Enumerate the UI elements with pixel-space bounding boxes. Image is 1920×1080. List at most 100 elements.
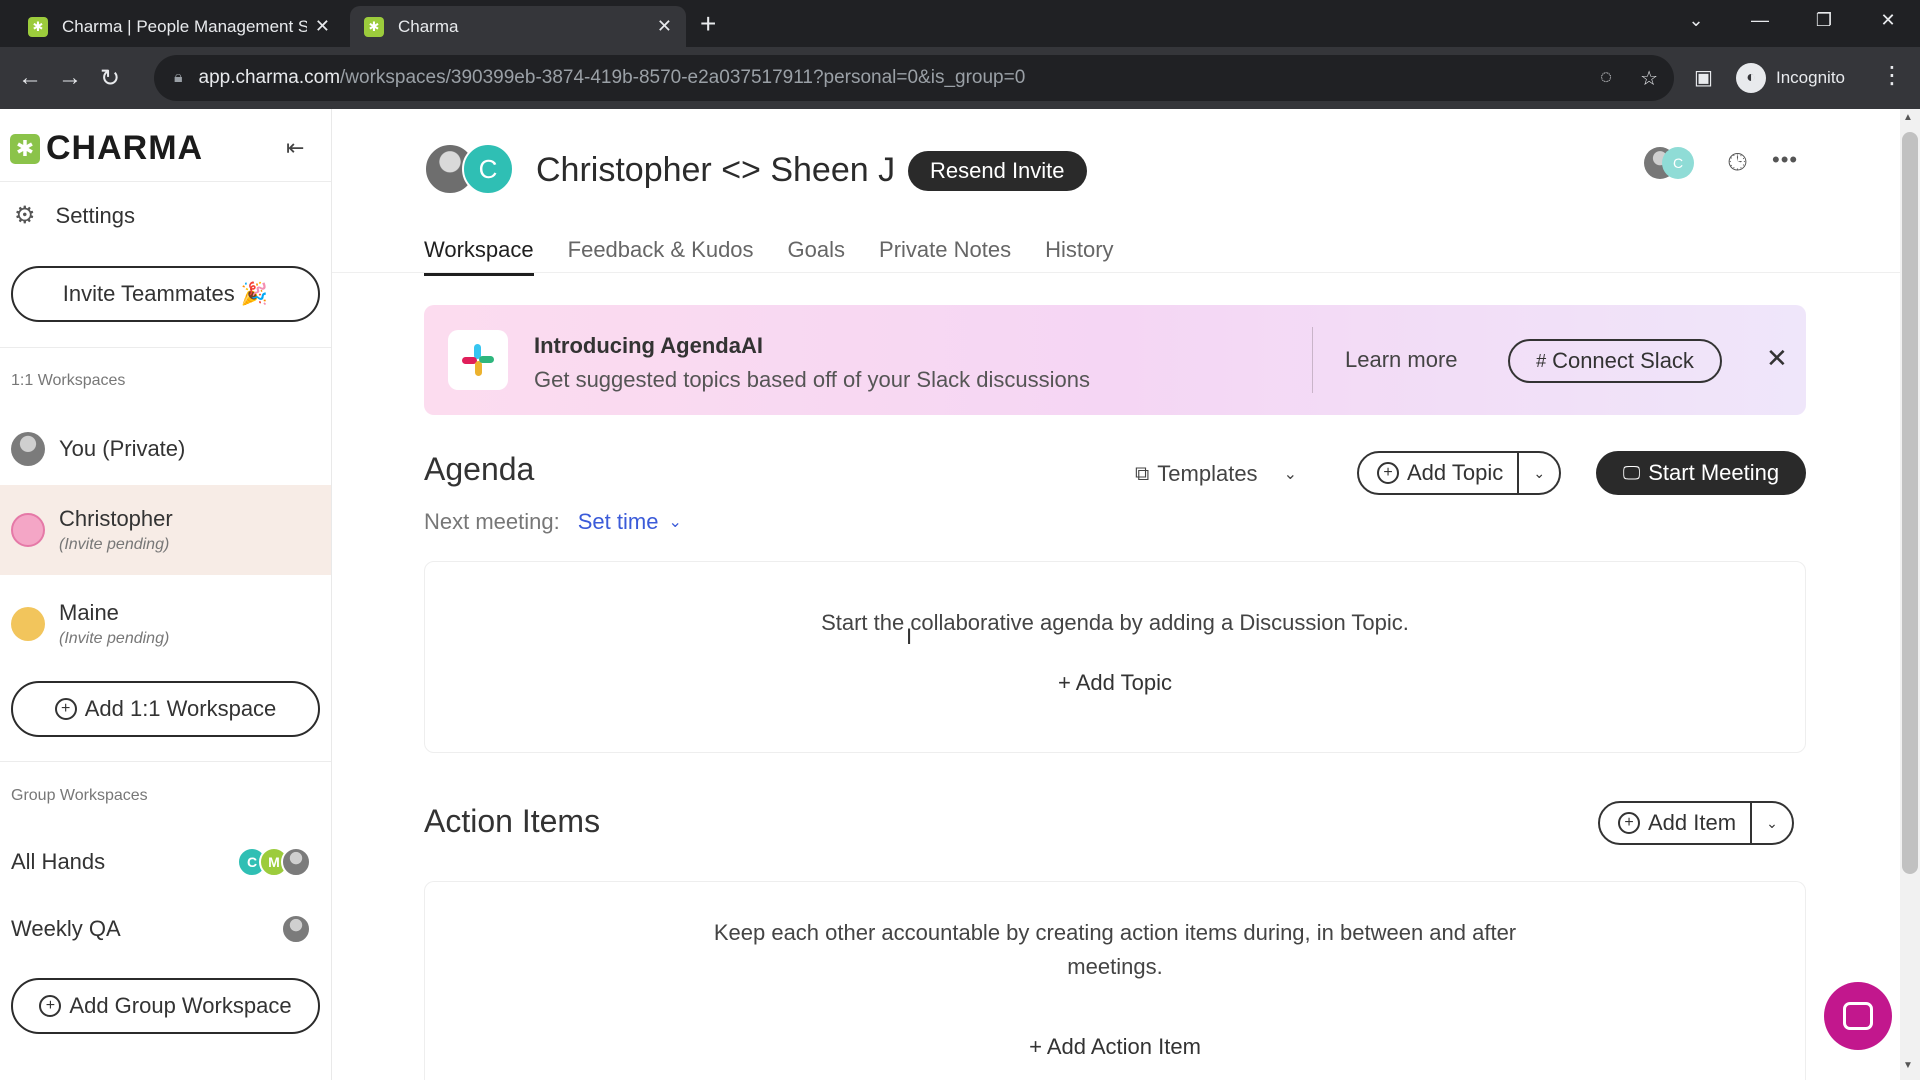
add-topic-split-button: + Add Topic ⌄ <box>1357 451 1562 495</box>
start-meeting-button[interactable]: 🖵︎ Start Meeting <box>1596 451 1806 495</box>
eye-off-icon[interactable]: ◌ <box>1600 66 1612 91</box>
add-topic-dropdown[interactable]: ⌄ <box>1519 465 1559 482</box>
main-content: C Christopher <> Sheen J Resend Invite C… <box>332 109 1900 1080</box>
next-meeting-row: Next meeting: Set time ⌄ <box>424 509 682 535</box>
charma-favicon-icon: ✱ <box>364 16 384 37</box>
tab-history[interactable]: History <box>1045 237 1113 276</box>
close-icon[interactable]: ✕ <box>657 16 672 37</box>
divider <box>0 347 331 348</box>
workspace-name: Christopher <box>59 506 173 531</box>
add-group-workspace-button[interactable]: + Add Group Workspace <box>11 978 320 1034</box>
add-workspace-label: Add 1:1 Workspace <box>84 696 277 721</box>
learn-more-link[interactable]: Learn more <box>1345 347 1458 373</box>
one-on-one-section-label: 1:1 Workspaces <box>11 372 126 389</box>
sidebar-item-weekly-qa[interactable]: Weekly QA <box>11 909 311 949</box>
tab-goals[interactable]: Goals <box>788 237 845 276</box>
browser-tab-charma[interactable]: ✱ Charma ✕ <box>350 6 686 47</box>
tab-feedback-kudos[interactable]: Feedback & Kudos <box>568 237 754 276</box>
forward-icon[interactable]: → <box>50 64 90 92</box>
banner-title: Introducing AgendaAI <box>534 333 763 358</box>
sidebar-item-you-private[interactable]: You (Private) <box>0 413 331 485</box>
clock-icon[interactable]: 🕒︎ <box>1728 149 1747 177</box>
new-tab-button[interactable]: + <box>700 8 716 40</box>
header-avatars: C <box>424 143 514 197</box>
divider <box>1312 327 1313 393</box>
minimize-icon[interactable]: — <box>1728 10 1792 31</box>
set-time-dropdown[interactable]: Set time ⌄ <box>578 509 682 535</box>
sidebar: ✱ CHARMA ⇤ ⚙ Settings Invite Teammates 🎉… <box>0 109 332 1080</box>
tab-search-icon[interactable]: ⌄ <box>1664 10 1728 31</box>
logo-text: CHARMA <box>46 129 204 167</box>
next-meeting-label: Next meeting: <box>424 509 560 534</box>
browser-tab-bar: ✱ Charma | People Management S ✕ ✱ Charm… <box>0 0 1920 47</box>
side-panel-icon[interactable]: ▣ <box>1694 65 1713 90</box>
scroll-up-icon[interactable]: ▲ <box>1903 112 1913 123</box>
add-action-item-link[interactable]: + Add Action Item <box>425 1034 1805 1060</box>
tab-private-notes[interactable]: Private Notes <box>879 237 1011 276</box>
url-host: app.charma.com <box>198 67 341 88</box>
add-topic-button[interactable]: + Add Topic <box>1359 453 1520 493</box>
chevron-down-icon: ⌄ <box>1766 814 1778 831</box>
settings-link[interactable]: ⚙ Settings <box>14 201 135 230</box>
group-name: All Hands <box>11 849 106 874</box>
gear-icon: ⚙ <box>14 202 36 229</box>
participants-avatars[interactable]: C <box>1644 147 1694 181</box>
add-one-on-one-workspace-button[interactable]: + Add 1:1 Workspace <box>11 681 320 737</box>
agenda-empty-text: Start the collaborative agenda by adding… <box>821 610 1409 635</box>
restore-icon[interactable]: ❐ <box>1792 10 1856 31</box>
more-options-icon[interactable]: ••• <box>1772 147 1798 173</box>
monitor-icon: 🖵︎ <box>1622 462 1641 483</box>
action-items-title: Action Items <box>424 803 601 839</box>
group-avatars: C M <box>237 847 311 877</box>
workspace-tabs: Workspace Feedback & Kudos Goals Private… <box>424 237 1114 276</box>
scroll-down-icon[interactable]: ▼ <box>1903 1060 1913 1071</box>
slack-icon <box>448 330 508 390</box>
workspace-name: Maine <box>59 600 119 625</box>
sidebar-item-maine[interactable]: Maine (Invite pending) <box>0 579 331 669</box>
charma-favicon-icon: ✱ <box>28 16 48 37</box>
browser-menu-icon[interactable]: ⋮ <box>1880 61 1904 90</box>
settings-label: Settings <box>55 202 136 228</box>
templates-label: Templates <box>1157 461 1258 486</box>
set-time-label: Set time <box>577 509 659 534</box>
invite-pending-label: (Invite pending) <box>59 630 170 647</box>
close-icon[interactable]: ✕ <box>1766 343 1788 374</box>
connect-slack-button[interactable]: # Connect Slack <box>1508 339 1722 383</box>
avatar <box>281 847 311 877</box>
start-meeting-label: Start Meeting <box>1648 460 1780 485</box>
avatar: C <box>462 143 514 195</box>
incognito-indicator[interactable]: ◐ Incognito <box>1736 57 1845 99</box>
add-topic-link[interactable]: + Add Topic <box>425 670 1805 696</box>
chevron-down-icon: ⌄ <box>1533 464 1546 481</box>
group-name: Weekly QA <box>11 916 121 941</box>
avatar <box>11 432 45 466</box>
scrollbar-thumb[interactable] <box>1902 132 1918 874</box>
incognito-icon: ◐ <box>1736 63 1766 93</box>
sidebar-item-christopher[interactable]: Christopher (Invite pending) <box>0 485 331 575</box>
plus-circle-icon: + <box>39 995 62 1017</box>
sidebar-item-all-hands[interactable]: All Hands C M <box>11 842 311 882</box>
close-icon[interactable]: ✕ <box>315 16 330 37</box>
back-icon[interactable]: ← <box>10 64 50 92</box>
invite-pending-label: (Invite pending) <box>59 536 170 553</box>
url-field[interactable]: 🔒︎ app.charma.com /workspaces/390399eb-3… <box>154 55 1674 101</box>
add-item-dropdown[interactable]: ⌄ <box>1752 815 1792 832</box>
action-items-empty-text: Keep each other accountable by creating … <box>713 920 1517 979</box>
window-close-icon[interactable]: ✕ <box>1856 10 1920 31</box>
reload-icon[interactable]: ↻ <box>90 64 130 93</box>
resend-invite-button[interactable]: Resend Invite <box>908 151 1087 191</box>
collapse-sidebar-icon[interactable]: ⇤ <box>286 135 304 161</box>
chat-launcher-button[interactable] <box>1824 982 1892 1050</box>
avatar: C <box>1662 147 1694 179</box>
add-item-button[interactable]: + Add Item <box>1600 803 1753 843</box>
browser-address-bar: ← → ↻ 🔒︎ app.charma.com /workspaces/3903… <box>0 47 1920 109</box>
tab-workspace[interactable]: Workspace <box>424 237 534 276</box>
agenda-ai-banner: Introducing AgendaAI Get suggested topic… <box>424 305 1806 415</box>
browser-tab-charma-people[interactable]: ✱ Charma | People Management S ✕ <box>14 6 344 47</box>
chevron-down-icon: ⌄ <box>1283 466 1297 483</box>
templates-dropdown[interactable]: ⧉ Templates ⌄ <box>1135 461 1297 487</box>
star-icon[interactable]: ☆ <box>1640 66 1658 91</box>
charma-logo[interactable]: ✱ CHARMA <box>10 129 203 168</box>
invite-teammates-button[interactable]: Invite Teammates 🎉 <box>11 266 320 322</box>
divider <box>0 181 331 182</box>
